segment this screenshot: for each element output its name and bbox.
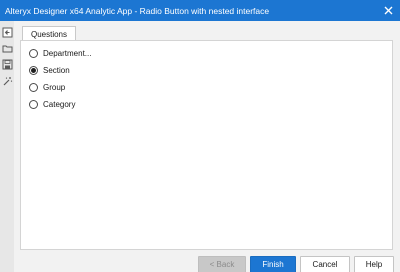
radio-label: Section <box>43 65 70 75</box>
save-icon[interactable] <box>1 58 13 70</box>
cancel-button[interactable]: Cancel <box>300 256 350 272</box>
radio-label: Department... <box>43 48 92 58</box>
radio-option-section[interactable]: Section <box>29 63 70 77</box>
close-icon[interactable] <box>381 3 395 17</box>
back-button[interactable]: < Back <box>198 256 246 272</box>
help-button[interactable]: Help <box>354 256 394 272</box>
radio-option-group[interactable]: Group <box>29 80 65 94</box>
radio-option-category[interactable]: Category <box>29 97 75 111</box>
content-area: Questions Department... Section Group Ca… <box>14 21 400 272</box>
title-bar: Alteryx Designer x64 Analytic App - Radi… <box>0 0 400 21</box>
radio-button[interactable] <box>29 48 38 58</box>
radio-label: Group <box>43 82 66 92</box>
radio-button[interactable] <box>29 99 38 109</box>
tab-questions[interactable]: Questions <box>22 26 76 41</box>
app-icon[interactable] <box>1 26 13 38</box>
radio-label: Category <box>43 99 76 109</box>
tab-questions-label: Questions <box>30 29 68 39</box>
tool-rail <box>0 21 14 272</box>
folder-open-icon[interactable] <box>1 42 13 54</box>
magic-wand-icon[interactable] <box>1 75 13 87</box>
finish-button[interactable]: Finish <box>250 256 296 272</box>
radio-button[interactable] <box>29 82 38 92</box>
questions-panel: Department... Section Group Category <box>20 40 393 250</box>
window-title: Alteryx Designer x64 Analytic App - Radi… <box>5 5 270 16</box>
radio-option-department[interactable]: Department... <box>29 46 91 60</box>
radio-button-selected[interactable] <box>29 65 38 75</box>
